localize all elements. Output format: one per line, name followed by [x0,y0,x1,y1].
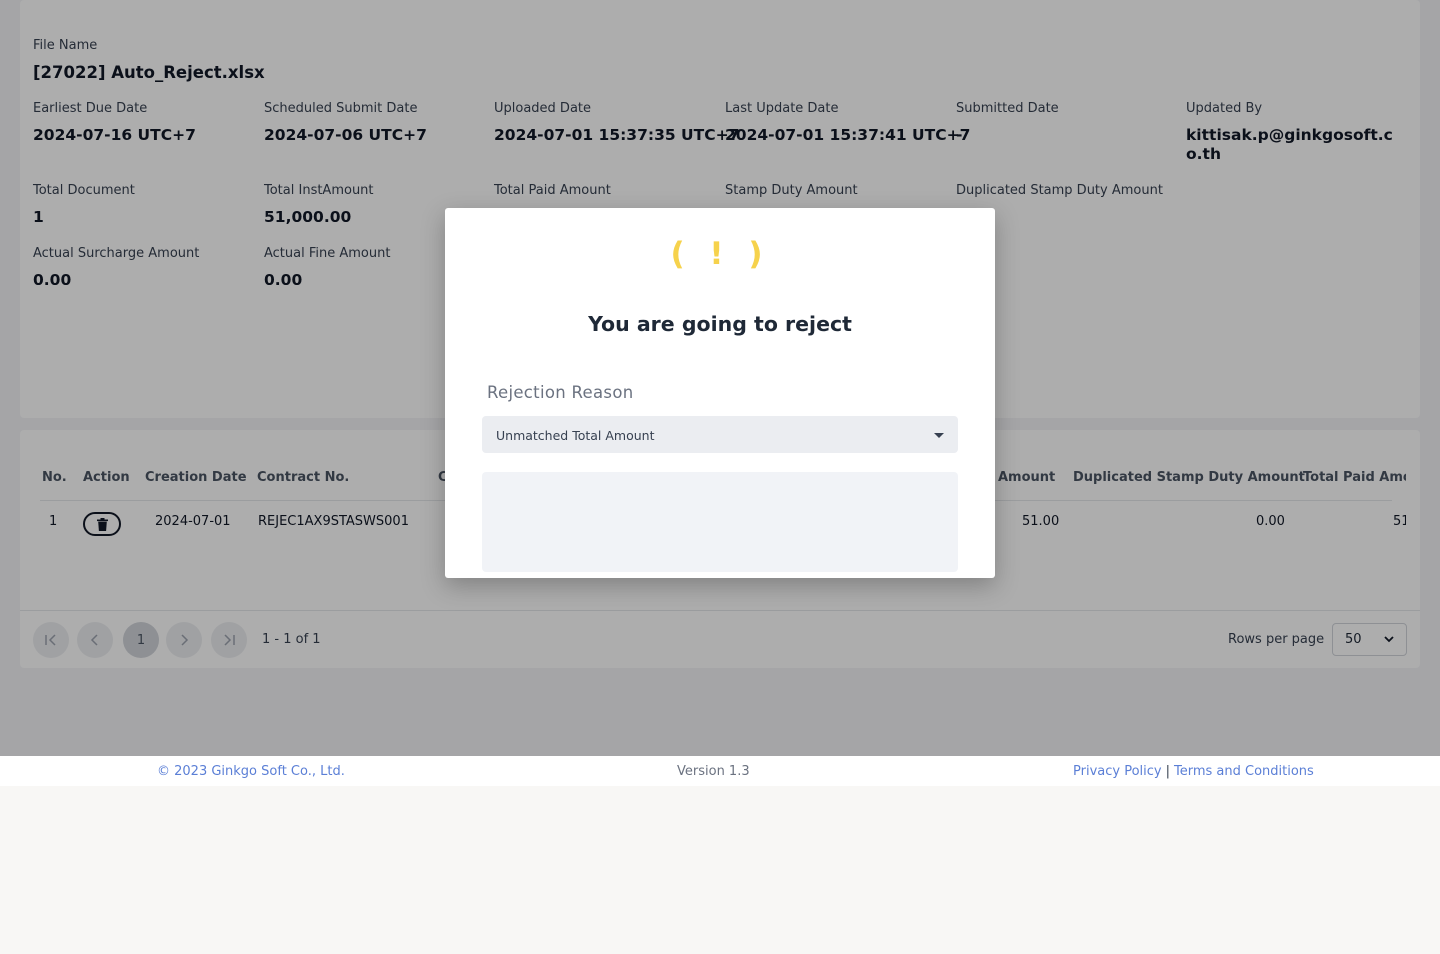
rejection-reason-selected: Unmatched Total Amount [496,428,655,443]
copyright-text: © 2023 Ginkgo Soft Co., Ltd. [157,764,345,779]
caret-down-icon [934,433,944,438]
modal-title: You are going to reject [588,312,852,336]
version-text: Version 1.3 [677,764,750,779]
rejection-reason-label: Rejection Reason [487,383,634,402]
rejection-reason-select[interactable]: Unmatched Total Amount [482,416,958,453]
warning-icon: ( ! ) [670,236,770,272]
footer-links: Privacy Policy | Terms and Conditions [1073,764,1314,779]
reject-modal: ( ! ) You are going to reject Rejection … [445,208,995,578]
privacy-policy-link[interactable]: Privacy Policy [1073,764,1162,779]
footer-separator: | [1165,764,1170,779]
footer: © 2023 Ginkgo Soft Co., Ltd. Version 1.3… [0,756,1440,786]
terms-link[interactable]: Terms and Conditions [1174,764,1314,779]
rejection-reason-textarea[interactable] [482,472,958,572]
